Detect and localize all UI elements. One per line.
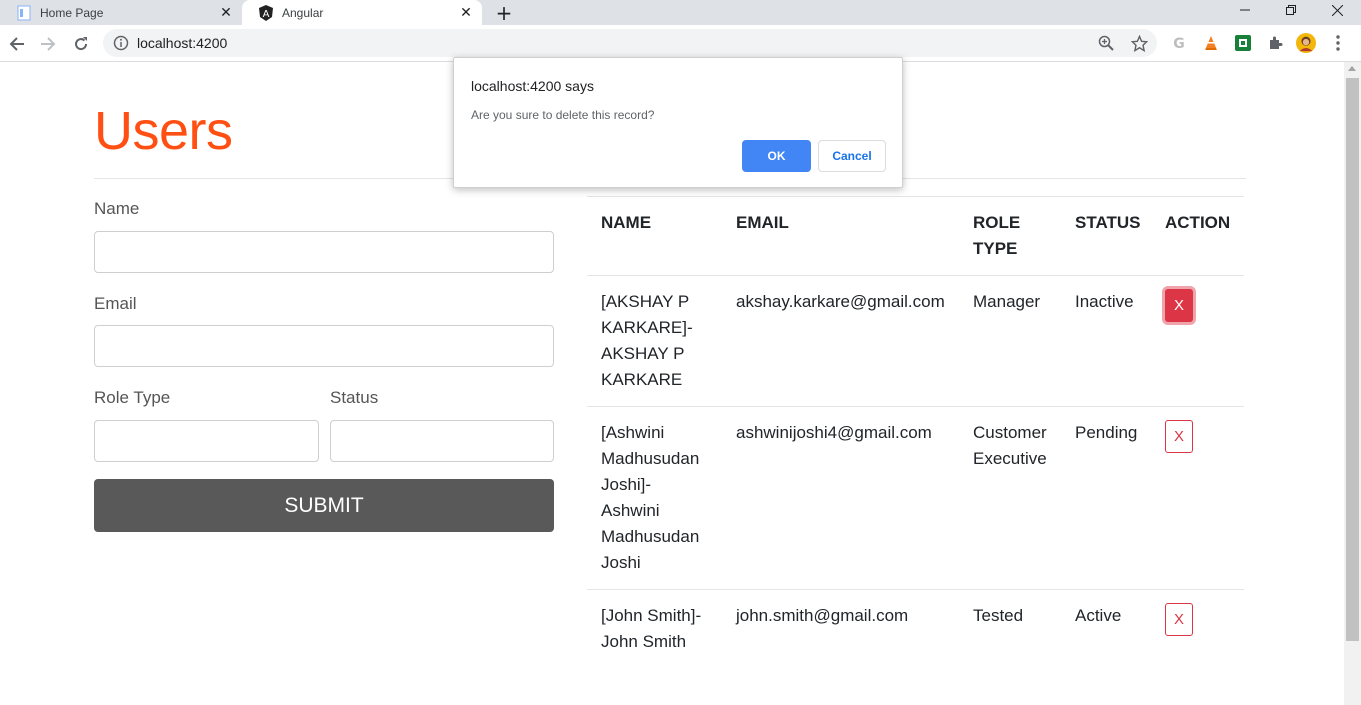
name-input[interactable] [94,231,554,273]
extensions-puzzle-icon[interactable] [1265,33,1285,53]
cell-role-type: Manager [973,292,1041,311]
cell-email: akshay.karkare@gmail.com [736,292,945,311]
delete-button[interactable]: X [1165,603,1193,636]
column-header-role-type: ROLE TYPE [973,210,1020,262]
cell-line: [AKSHAY P [601,292,690,311]
zoom-icon[interactable] [1097,34,1115,52]
page-scrollbar[interactable] [1344,62,1361,705]
cell-line: [Ashwini [601,423,665,442]
header-line: TYPE [973,239,1018,258]
url-text: localhost:4200 [137,35,228,51]
cell-email: john.smith@gmail.com [736,606,909,625]
status-label: Status [330,388,379,407]
column-header-status: STATUS [1075,213,1141,232]
info-icon[interactable] [113,35,129,51]
cell-name: [Ashwini Madhusudan Joshi]- Ashwini Madh… [601,420,699,576]
tab-strip: Home Page ✕ A Angular ✕ + [0,0,1361,25]
new-tab-icon[interactable]: + [492,0,516,25]
role-type-input[interactable] [94,420,319,462]
tab-title: Angular [282,5,324,20]
vlc-extension-icon[interactable] [1201,33,1221,53]
cell-line: Joshi [601,553,641,572]
cell-line: Executive [973,449,1047,468]
tab-title: Home Page [40,5,104,20]
address-bar[interactable]: localhost:4200 [103,29,1157,57]
restore-icon[interactable] [1268,0,1314,20]
dialog-title: localhost:4200 says [471,78,594,94]
cell-role-type: Customer Executive [973,420,1047,472]
window-close-icon[interactable] [1314,0,1360,20]
reload-icon[interactable] [67,30,95,58]
name-label: Name [94,199,140,218]
cell-line: Joshi]- [601,475,652,494]
cell-line: AKSHAY P [601,344,685,363]
table-border [587,196,1244,197]
cell-line: Madhusudan [601,449,700,468]
cell-name: [AKSHAY P KARKARE]- AKSHAY P KARKARE [601,289,693,393]
cell-line: Customer [973,423,1047,442]
email-input[interactable] [94,325,554,367]
cell-line: KARKARE [601,370,683,389]
cell-status: Inactive [1075,292,1134,311]
cell-email: ashwinijoshi4@gmail.com [736,423,932,442]
row-divider [587,589,1244,590]
cell-line: John Smith [601,632,687,651]
column-header-email: EMAIL [736,213,789,232]
bookmark-star-icon[interactable] [1130,34,1148,52]
minimize-icon[interactable] [1222,0,1268,20]
page-title: Users [94,101,233,161]
forward-icon[interactable] [34,30,62,58]
column-header-name: NAME [601,213,652,232]
column-header-action: ACTION [1165,213,1231,232]
back-icon[interactable] [3,30,31,58]
scrollbar-thumb[interactable] [1346,78,1359,641]
header-line: ROLE [973,213,1021,232]
ok-button[interactable]: OK [742,140,811,172]
google-extension-icon[interactable]: G [1169,33,1189,53]
tab-home-page[interactable]: Home Page ✕ [0,0,242,25]
delete-button[interactable]: X [1165,420,1193,453]
email-label: Email [94,294,137,313]
svg-text:A: A [263,9,270,20]
angular-icon: A [258,4,274,21]
delete-button[interactable]: X [1165,289,1193,322]
menu-kebab-icon[interactable] [1328,33,1348,53]
scroll-up-icon[interactable] [1348,66,1356,71]
sheets-extension-icon[interactable] [1233,33,1253,53]
status-input[interactable] [330,420,554,462]
cell-line: Ashwini [601,501,660,520]
close-icon[interactable]: ✕ [216,3,236,23]
cell-name: [John Smith]- John Smith [601,603,701,655]
dialog-message: Are you sure to delete this record? [471,108,655,122]
cancel-button[interactable]: Cancel [818,140,886,172]
profile-avatar[interactable] [1296,33,1316,53]
cell-role-type: Tested [973,606,1024,625]
cell-status: Pending [1075,423,1138,442]
tab-angular[interactable]: A Angular ✕ [242,0,482,25]
close-icon[interactable]: ✕ [456,3,476,23]
cell-line: KARKARE]- [601,318,693,337]
row-divider [587,406,1244,407]
cell-status: Active [1075,606,1122,625]
cell-line: Madhusudan [601,527,700,546]
cell-line: [John Smith]- [601,606,702,625]
role-type-label: Role Type [94,388,171,407]
confirm-dialog: localhost:4200 says Are you sure to dele… [453,57,903,188]
svg-text:G: G [1173,36,1185,51]
row-divider [587,275,1244,276]
page-icon [16,5,32,21]
submit-button[interactable]: SUBMIT [94,479,554,532]
